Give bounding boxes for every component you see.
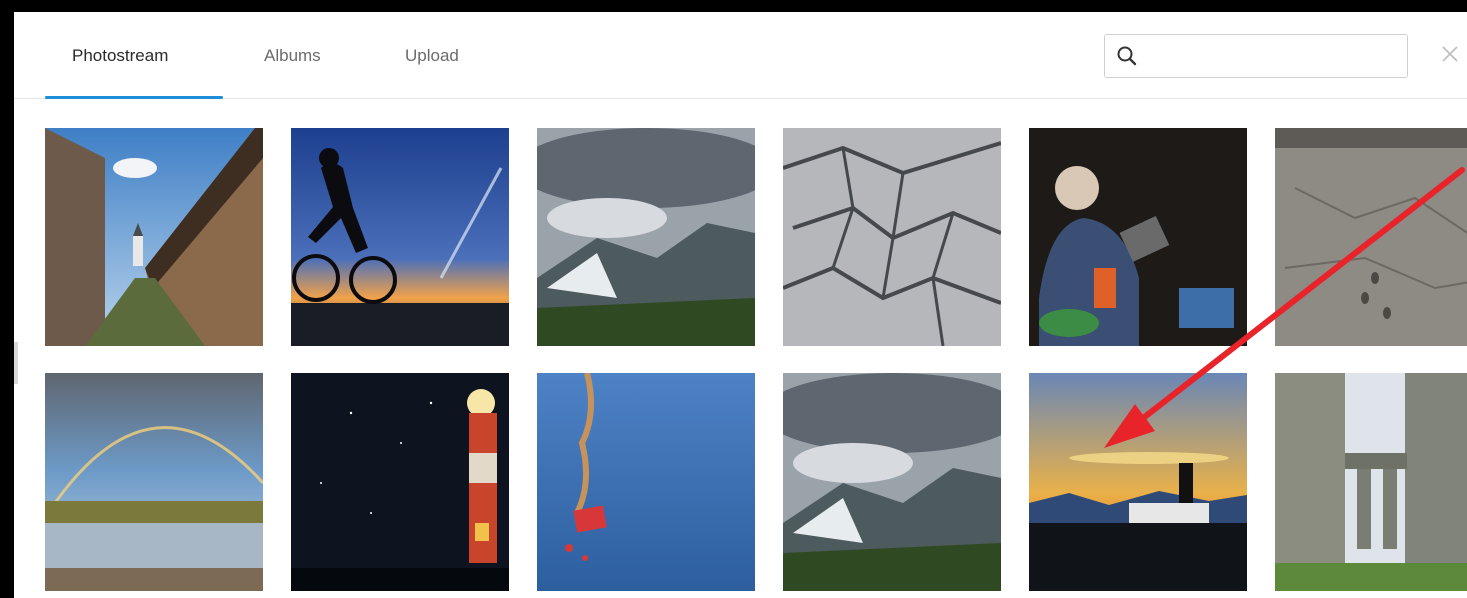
photo-thumbnail[interactable] <box>537 373 755 591</box>
photo-thumbnail[interactable] <box>1029 128 1247 346</box>
search-icon <box>1117 46 1137 66</box>
photo-glacier-valley <box>537 128 755 346</box>
photo-thumbnail[interactable] <box>537 128 755 346</box>
tab-albums[interactable]: Albums <box>264 46 321 66</box>
photo-thumbnail[interactable] <box>1275 128 1467 346</box>
photo-thumbnail[interactable] <box>1275 373 1467 591</box>
scrollbar-edge[interactable] <box>14 342 18 384</box>
photo-thumbnail[interactable] <box>291 128 509 346</box>
photo-thumbnail[interactable] <box>783 128 1001 346</box>
photo-thumbnail[interactable] <box>1029 373 1247 591</box>
photo-stonehenge <box>1275 373 1467 591</box>
photo-cracked-rock <box>783 128 1001 346</box>
active-tab-indicator <box>45 96 223 99</box>
photo-lighthouse-sunset <box>1029 373 1247 591</box>
photo-rainbow-lake <box>45 373 263 591</box>
photo-thumbnail[interactable] <box>783 373 1001 591</box>
photo-thumbnail[interactable] <box>291 373 509 591</box>
photo-wooden-building <box>45 128 263 346</box>
photo-thumbnail[interactable] <box>45 128 263 346</box>
photo-thumbnail[interactable] <box>45 373 263 591</box>
photo-man-with-kettle <box>1029 128 1247 346</box>
toolbar: Photostream Albums Upload <box>14 12 1467 99</box>
photo-lighthouse-night <box>291 373 509 591</box>
tab-photostream[interactable]: Photostream <box>72 46 168 66</box>
search-input[interactable] <box>1145 35 1407 79</box>
photo-glacier-valley <box>783 373 1001 591</box>
close-icon[interactable] <box>1438 42 1462 66</box>
tab-upload[interactable]: Upload <box>405 46 459 66</box>
photo-sand-footprints <box>1275 128 1467 346</box>
photo-picker-panel: Photostream Albums Upload <box>14 12 1467 598</box>
photo-red-object-water <box>537 373 755 591</box>
search-box[interactable] <box>1104 34 1408 79</box>
photo-cyclist <box>291 128 509 346</box>
screenshot-frame: Photostream Albums Upload <box>0 0 1467 598</box>
